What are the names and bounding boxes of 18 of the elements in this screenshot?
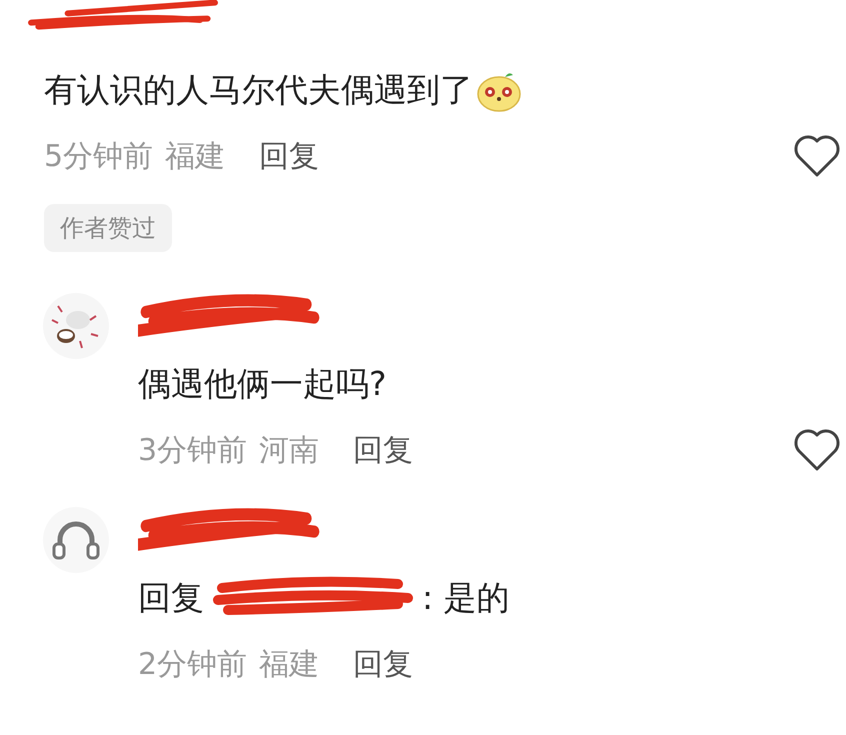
comment-time: 3分钟前 <box>138 432 248 470</box>
reply-link[interactable]: 回复 <box>353 430 414 470</box>
avatar-icon[interactable] <box>42 292 110 360</box>
comment-time: 2分钟前 <box>138 646 248 684</box>
comment-location: 河南 <box>259 432 320 470</box>
reply-link[interactable]: 回复 <box>259 136 320 176</box>
reply-prefix: 回复 <box>138 576 204 618</box>
comment-location: 福建 <box>259 646 320 684</box>
headphones-icon[interactable] <box>42 506 110 574</box>
comment-text: : 是的 <box>422 576 510 618</box>
author-liked-badge: 作者赞过 <box>44 204 172 252</box>
comment-text: 偶遇他俩一起吗? <box>138 362 387 404</box>
heart-icon[interactable] <box>792 427 842 473</box>
reply-link[interactable]: 回复 <box>353 644 414 684</box>
heart-icon[interactable] <box>792 133 842 179</box>
comment-location: 福建 <box>165 138 226 176</box>
comment-time: 5分钟前 <box>44 138 154 176</box>
comment-text: 有认识的人马尔代夫偶遇到了 <box>44 68 473 110</box>
